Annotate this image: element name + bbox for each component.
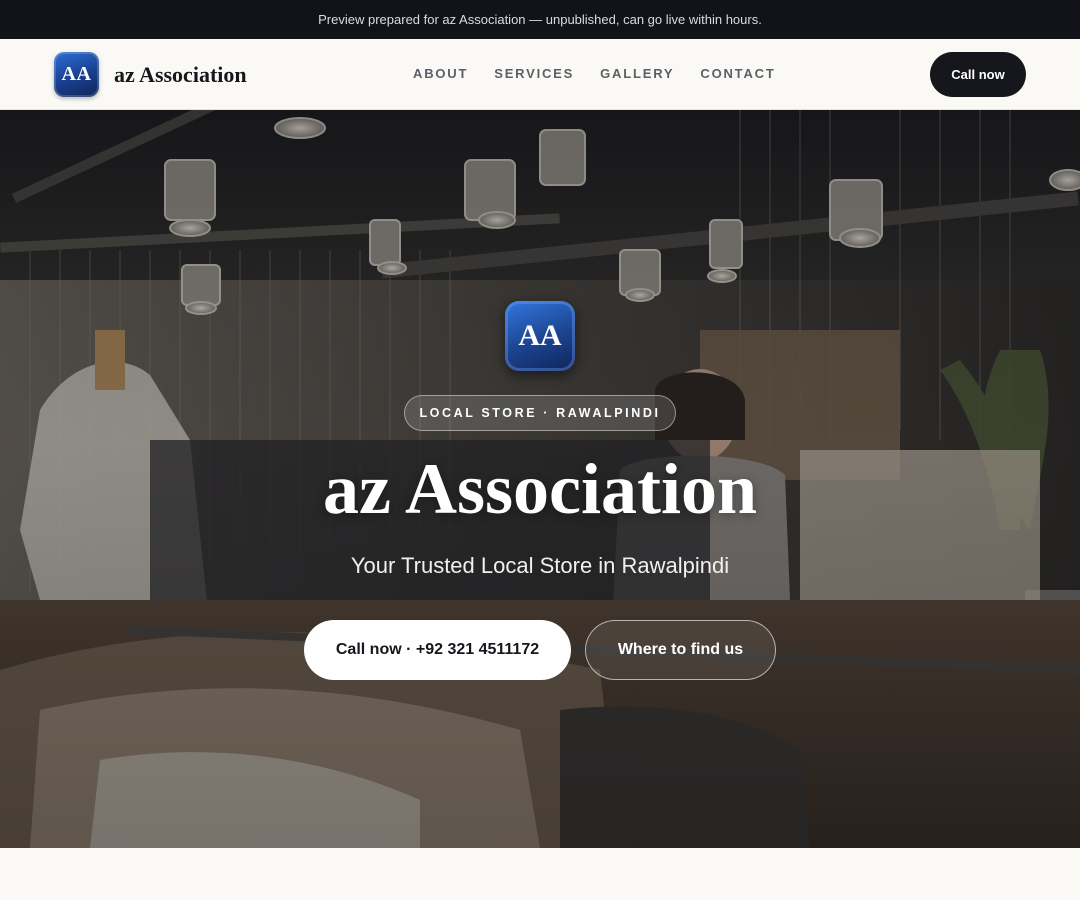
logo-icon: AA: [54, 52, 99, 97]
hero-call-button[interactable]: Call now · +92 321 4511172: [304, 620, 571, 680]
hero-logo-icon: AA: [505, 301, 575, 371]
preview-banner-text: Preview prepared for az Association — un…: [318, 12, 762, 27]
hero-title: az Association: [322, 449, 757, 529]
nav-link-about[interactable]: ABOUT: [413, 66, 468, 81]
hero-tagline: Your Trusted Local Store in Rawalpindi: [350, 553, 730, 578]
hero-section: AA LOCAL STORE · RAWALPINDI az Associati…: [0, 110, 1080, 848]
nav-link-gallery[interactable]: GALLERY: [600, 66, 674, 81]
main-nav: ABOUT SERVICES GALLERY CONTACT: [413, 66, 802, 81]
hero-eyebrow-badge: LOCAL STORE · RAWALPINDI: [404, 395, 676, 431]
header-call-button[interactable]: Call now: [930, 52, 1026, 97]
hero-find-us-button[interactable]: Where to find us: [585, 620, 776, 680]
next-section: [0, 848, 1080, 900]
nav-link-contact[interactable]: CONTACT: [700, 66, 775, 81]
brand-name: az Association: [114, 61, 247, 87]
nav-link-services[interactable]: SERVICES: [494, 66, 574, 81]
preview-banner: Preview prepared for az Association — un…: [0, 0, 1080, 39]
site-header: AA az Association ABOUT SERVICES GALLERY…: [0, 39, 1080, 110]
brand-link[interactable]: AA az Association: [54, 52, 247, 97]
